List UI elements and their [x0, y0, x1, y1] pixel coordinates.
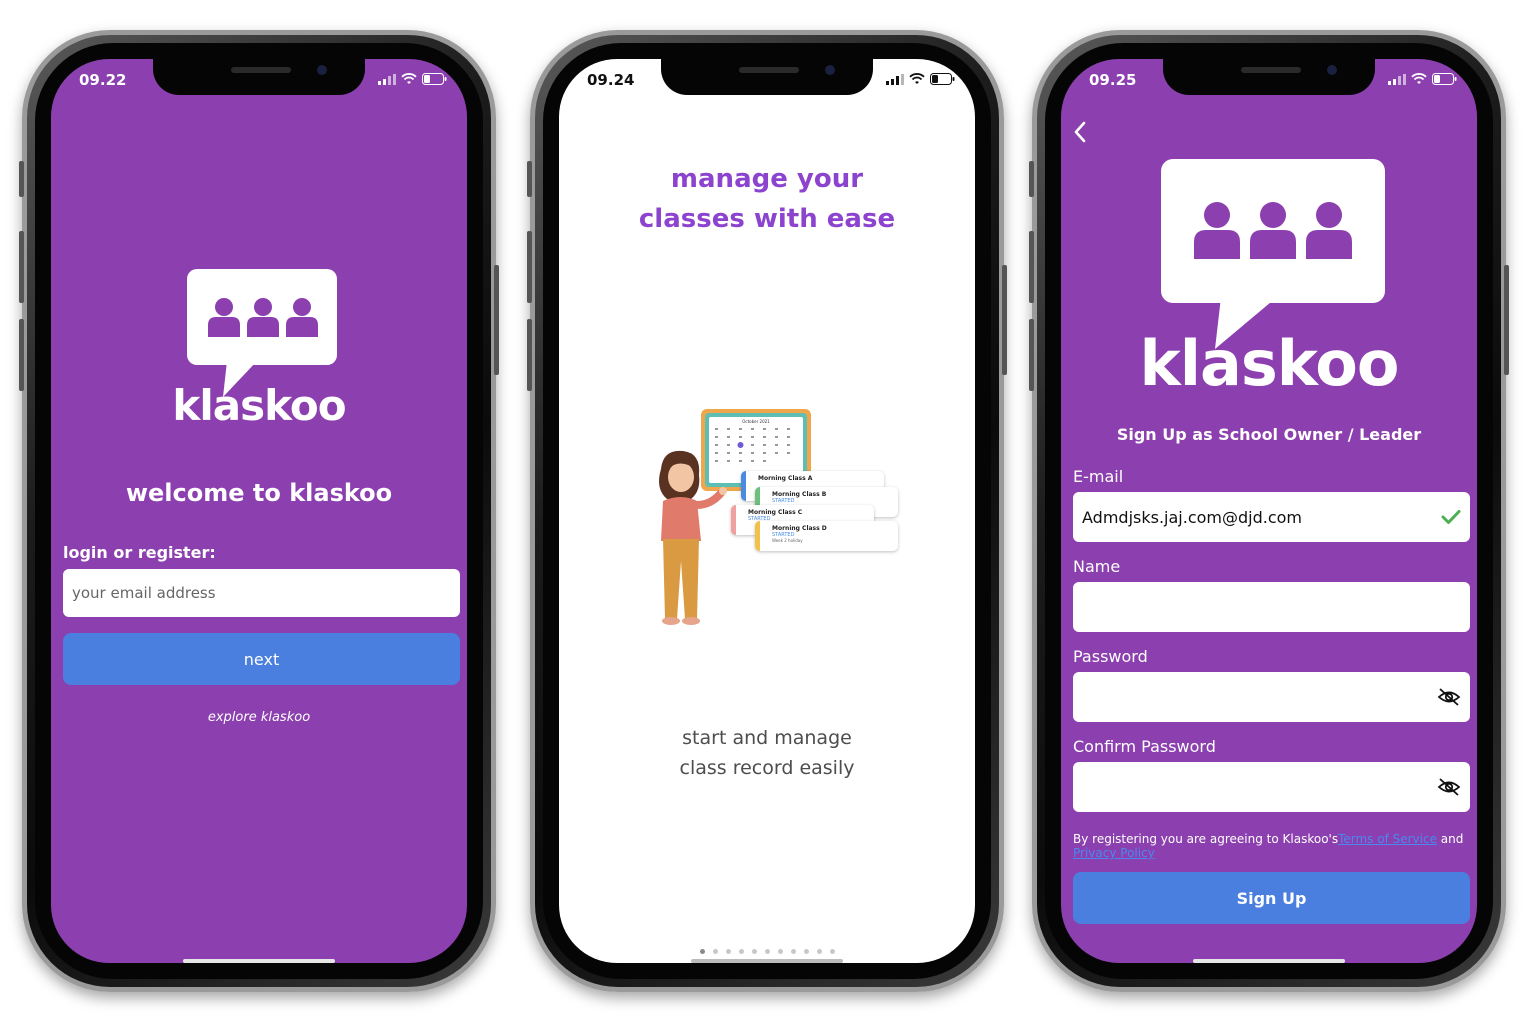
class-card-d: Morning Class D STARTED Week 2 holiday — [755, 521, 898, 551]
page-dot[interactable] — [829, 949, 835, 954]
class-card-name: Morning Class D — [772, 525, 827, 532]
email-placeholder: your email address — [72, 584, 216, 602]
people-icon — [208, 298, 318, 337]
email-field[interactable]: Admdjsks.jaj.com@djd.com — [1073, 492, 1470, 542]
signup-title: Sign Up as School Owner / Leader — [1116, 425, 1422, 444]
explore-link[interactable]: explore klaskoo — [51, 710, 467, 725]
signup-screen: 09.25 klaskoo Sign Up as School Owner / … — [1061, 59, 1477, 963]
check-icon — [1441, 510, 1461, 524]
login-screen: 09.22 klaskoo welcome to klaskoo login o… — [51, 59, 467, 963]
back-arrow-icon[interactable] — [1073, 121, 1087, 143]
terms-prefix: By registering you are agreeing to Klask… — [1073, 832, 1339, 846]
wifi-icon — [401, 73, 417, 84]
home-indicator — [691, 959, 843, 963]
logo-wordmark: klaskoo — [1139, 327, 1400, 400]
page-indicator[interactable] — [559, 949, 975, 954]
battery-icon — [930, 73, 955, 85]
status-time: 09.22 — [79, 71, 127, 89]
headline-line-2: classes with ease — [638, 204, 896, 234]
email-input[interactable]: your email address — [63, 569, 460, 617]
signal-icon — [378, 73, 396, 85]
headline-line-1: manage your — [670, 164, 864, 194]
logo-wordmark: klaskoo — [172, 381, 346, 430]
phone-frame-onboarding: 09.24 manage your classes with ease Octo… — [527, 30, 1007, 992]
phone-frame-signup: 09.25 klaskoo Sign Up as School Owner / … — [1029, 30, 1509, 992]
class-card-name: Morning Class B — [772, 491, 827, 498]
phone-frame-login: 09.22 klaskoo welcome to klaskoo login o… — [19, 30, 499, 992]
page-dot[interactable] — [790, 949, 796, 954]
notch — [661, 59, 873, 95]
signal-icon — [886, 73, 904, 85]
class-card-note: Week 2 holiday — [772, 538, 803, 543]
home-indicator — [183, 959, 335, 963]
page-dot[interactable] — [699, 949, 705, 954]
onboarding-screen: 09.24 manage your classes with ease Octo… — [559, 59, 975, 963]
subtitle-line-2: class record easily — [679, 757, 855, 779]
terms-of-service-link[interactable]: Terms of Service — [1338, 832, 1437, 846]
people-icon — [1194, 202, 1352, 259]
wifi-icon — [1411, 73, 1427, 84]
page-dot[interactable] — [751, 949, 757, 954]
terms-text: By registering you are agreeing to Klask… — [1073, 832, 1470, 860]
email-label: E-mail — [1073, 467, 1124, 486]
status-time: 09.24 — [587, 71, 635, 89]
class-card-name: Morning Class A — [758, 475, 813, 482]
privacy-policy-link[interactable]: Privacy Policy — [1073, 846, 1155, 860]
page-dot[interactable] — [777, 949, 783, 954]
onboarding-headline: manage your classes with ease — [559, 159, 975, 239]
onboarding-subtitle: start and manage class record easily — [559, 723, 975, 783]
page-dot[interactable] — [738, 949, 744, 954]
confirm-password-field[interactable] — [1073, 762, 1470, 812]
notch — [1163, 59, 1375, 95]
page-dot[interactable] — [803, 949, 809, 954]
email-value: Admdjsks.jaj.com@djd.com — [1082, 507, 1302, 527]
page-dot[interactable] — [816, 949, 822, 954]
battery-icon — [1432, 73, 1457, 85]
sign-up-button[interactable]: Sign Up — [1073, 872, 1470, 924]
welcome-heading: welcome to klaskoo — [125, 479, 393, 507]
status-icons — [1388, 73, 1457, 85]
signal-icon — [1388, 73, 1406, 85]
status-time: 09.25 — [1089, 71, 1137, 89]
login-label: login or register: — [63, 543, 216, 562]
wifi-icon — [909, 73, 925, 84]
password-label: Password — [1073, 647, 1148, 666]
class-card-status: STARTED — [772, 498, 795, 504]
terms-and: and — [1436, 832, 1464, 846]
name-label: Name — [1073, 557, 1121, 576]
subtitle-line-1: start and manage — [682, 727, 852, 749]
notch — [153, 59, 365, 95]
page-dot[interactable] — [764, 949, 770, 954]
teacher-figure — [659, 450, 727, 625]
status-icons — [886, 73, 955, 85]
home-indicator — [1193, 959, 1345, 963]
page-dot[interactable] — [712, 949, 718, 954]
eye-off-icon[interactable] — [1437, 688, 1461, 706]
status-icons — [378, 73, 447, 85]
confirm-password-label: Confirm Password — [1073, 737, 1216, 756]
eye-off-icon[interactable] — [1437, 778, 1461, 796]
battery-icon — [422, 73, 447, 85]
password-field[interactable] — [1073, 672, 1470, 722]
class-card-name: Morning Class C — [748, 509, 803, 516]
teacher-illustration: October 2021 Morning Class A Morning Cla… — [641, 409, 901, 629]
next-button[interactable]: next — [63, 633, 460, 685]
name-field[interactable] — [1073, 582, 1470, 632]
page-dot[interactable] — [725, 949, 731, 954]
